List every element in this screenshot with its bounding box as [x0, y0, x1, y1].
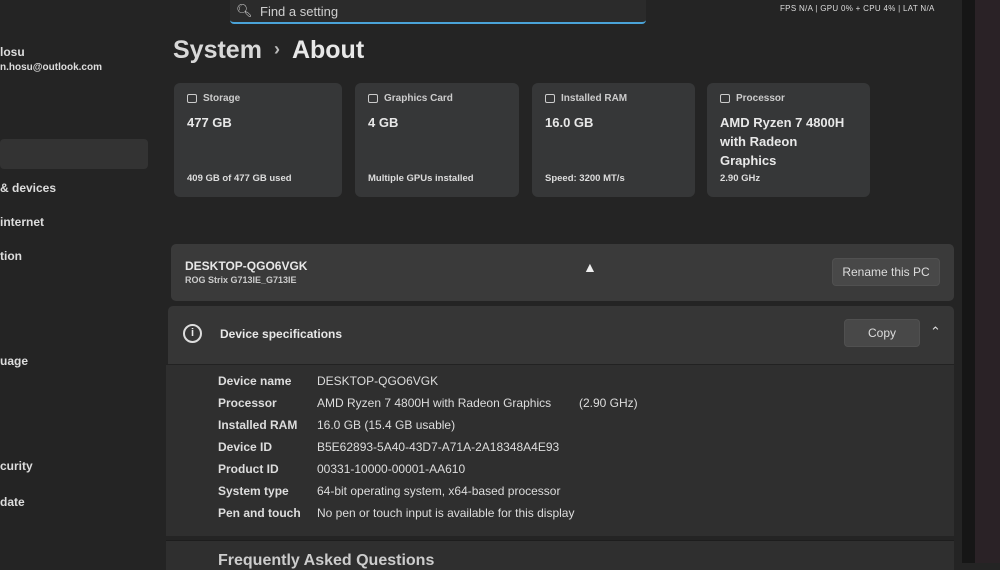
info-icon: i [183, 324, 202, 343]
card-title: Processor [736, 93, 785, 104]
sidebar-item-personalization[interactable]: tion [0, 249, 22, 263]
rename-pc-button[interactable]: Rename this PC [832, 258, 940, 286]
sidebar-item-bluetooth-devices[interactable]: & devices [0, 181, 56, 195]
breadcrumb: System › About [173, 36, 364, 65]
mouse-cursor: ▲ [583, 259, 597, 275]
spec-value: DESKTOP-QGO6VGK [317, 374, 439, 388]
card-title: Storage [203, 93, 241, 104]
chevron-up-icon[interactable]: ⌃ [930, 324, 941, 340]
spec-key: Pen and touch [218, 506, 301, 520]
pc-name-panel: DESKTOP-QGO6VGK ROG Strix G713IE_G713IE … [171, 244, 954, 301]
storage-card[interactable]: Storage 477 GB 409 GB of 477 GB used [174, 83, 342, 197]
spec-value: AMD Ryzen 7 4800H with Radeon Graphics [317, 396, 552, 410]
spec-value-speed: (2.90 GHz) [579, 396, 638, 410]
graphics-card-card[interactable]: Graphics Card 4 GB Multiple GPUs install… [355, 83, 519, 197]
ram-card[interactable]: Installed RAM 16.0 GB Speed: 3200 MT/s [532, 83, 695, 197]
processor-card[interactable]: Processor AMD Ryzen 7 4800H with Radeon … [707, 83, 870, 197]
sidebar-item-windows-update[interactable]: date [0, 495, 25, 509]
graphics-card-icon [368, 94, 378, 103]
device-specifications-body: Device name DESKTOP-QGO6VGK Processor AMD … [166, 364, 954, 536]
pc-name: DESKTOP-QGO6VGK [185, 259, 308, 273]
card-title: Graphics Card [384, 93, 453, 104]
breadcrumb-system[interactable]: System [173, 36, 262, 64]
spec-value: 16.0 GB (15.4 GB usable) [317, 418, 456, 432]
card-value: 4 GB [368, 115, 399, 130]
spec-value: No pen or touch input is available for t… [317, 506, 575, 520]
search-icon: 🔍︎ [236, 3, 253, 18]
spec-key: Processor [218, 396, 277, 410]
copy-button[interactable]: Copy [844, 319, 920, 347]
sidebar-item-time-language[interactable]: uage [0, 354, 28, 368]
spec-row-device-name: Device name DESKTOP-QGO6VGK [218, 374, 438, 388]
card-footer: Multiple GPUs installed [368, 173, 474, 184]
card-footer: 409 GB of 477 GB used [187, 173, 292, 184]
spec-row-installed-ram: Installed RAM 16.0 GB (15.4 GB usable) [218, 418, 455, 432]
search-box[interactable]: 🔍︎ Find a setting [230, 0, 646, 24]
spec-key: Device name [218, 374, 292, 388]
sidebar-item-network-internet[interactable]: internet [0, 215, 44, 229]
spec-row-pen-touch: Pen and touch No pen or touch input is av… [218, 506, 574, 520]
spec-key: Device ID [218, 440, 273, 454]
search-input[interactable]: Find a setting [260, 4, 338, 19]
background-screen-edge [975, 0, 1000, 563]
section-title: Device specifications [220, 327, 343, 341]
card-value: AMD Ryzen 7 4800H with Radeon Graphics [720, 115, 845, 168]
sidebar-item-privacy-security[interactable]: curity [0, 459, 33, 473]
spec-row-processor: Processor AMD Ryzen 7 4800H with Radeon G… [218, 396, 638, 410]
card-footer: Speed: 3200 MT/s [545, 173, 625, 184]
card-footer: 2.90 GHz [720, 173, 761, 184]
spec-key: Product ID [218, 462, 279, 476]
card-value: 477 GB [187, 115, 232, 130]
spec-row-device-id: Device ID B5E62893-5A40-43D7-A71A-2A18348… [218, 440, 559, 454]
spec-value: 64-bit operating system, x64-based proce… [317, 484, 561, 498]
spec-key: Installed RAM [218, 418, 298, 432]
pc-model: ROG Strix G713IE_G713IE [185, 275, 297, 285]
device-specifications-header[interactable]: i Device specifications Copy ⌃ [168, 306, 954, 364]
performance-overlay: FPS N/A | GPU 0% + CPU 4% | LAT N/A [780, 4, 935, 13]
spec-value: 00331-10000-00001-AA610 [317, 462, 466, 476]
sidebar-item-system-selected[interactable] [0, 139, 148, 169]
card-title: Installed RAM [561, 93, 628, 104]
chevron-right-icon: › [273, 39, 280, 59]
account-email: n.hosu@outlook.com [0, 62, 102, 73]
spec-value: B5E62893-5A40-43D7-A71A-2A18348A4E93 [317, 440, 560, 454]
spec-row-product-id: Product ID 00331-10000-00001-AA610 [218, 462, 465, 476]
card-value: 16.0 GB [545, 115, 594, 130]
page-title: About [291, 36, 365, 64]
account-name: losu [0, 45, 25, 59]
faq-section-header[interactable]: Frequently Asked Questions [166, 540, 954, 570]
storage-icon [187, 94, 197, 103]
processor-icon [720, 94, 730, 103]
spec-row-system-type: System type 64-bit operating system, x64-… [218, 484, 560, 498]
spec-key: System type [218, 484, 289, 498]
ram-icon [545, 94, 555, 103]
